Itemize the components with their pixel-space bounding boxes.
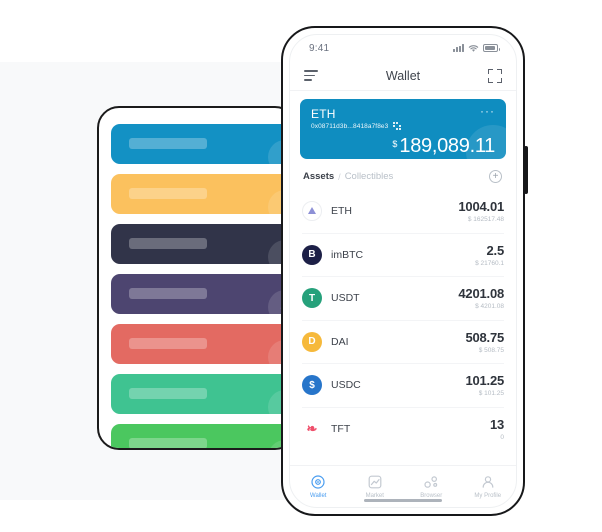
asset-quantity: 2.5 [486,242,505,258]
wallet-target-icon [290,475,347,490]
imbtc-coin-icon: B [302,244,322,265]
asset-symbol: USDT [331,292,360,305]
back-phone-card: ◇ [111,274,295,314]
card-text-placeholder [129,288,207,299]
card-watermark-circle [466,125,506,159]
asset-values: 2.5 $ 21760.1 [475,243,504,267]
status-bar-icons [453,44,500,53]
phone-side-button[interactable] [524,146,528,194]
back-phone-card-list: ♦B⚛◇△NBL [111,124,295,448]
asset-values: 13 0 [490,417,504,441]
asset-tab-group: Assets / Collectibles [303,171,393,182]
tabbar-item-label: Wallet [310,492,327,499]
asset-row[interactable]: D DAI 508.75 $ 508.75 [302,321,504,364]
cellular-signal-icon [453,44,464,52]
asset-symbol: ETH [331,205,352,218]
back-phone-card: ⚛ [111,224,295,264]
card-text-placeholder [129,238,207,249]
asset-fiat-value: $ 21760.1 [475,259,504,267]
card-text-placeholder [129,138,207,149]
ethereum-coin-icon [302,201,322,222]
card-text-placeholder [129,438,207,448]
asset-values: 508.75 $ 508.75 [465,330,504,354]
balance-symbol: ETH [311,107,336,121]
tab-separator: / [338,171,341,182]
balance-card-header: ETH ··· [311,105,495,121]
wallet-address: 0x08711d3b...8418a7f8e3 [311,122,389,130]
asset-symbol: USDC [331,379,361,392]
hamburger-menu-icon[interactable] [304,70,318,81]
asset-quantity: 1004.01 [458,199,504,215]
status-bar-time: 9:41 [309,42,330,54]
asset-row[interactable]: BimBTC 2.5 $ 21760.1 [302,234,504,277]
tft-coin-icon: ❧ [302,419,322,440]
more-options-dots[interactable]: ··· [480,105,495,117]
tab-assets[interactable]: Assets [303,171,334,182]
asset-symbol: DAI [331,335,349,348]
asset-values: 101.25 $ 101.25 [465,373,504,397]
asset-tabs: Assets / Collectibles + [290,159,516,190]
card-text-placeholder [129,388,207,399]
back-phone-card: △ [111,324,295,364]
home-indicator [364,498,442,502]
asset-quantity: 101.25 [465,373,504,389]
back-phone-card: B [111,174,295,214]
page-title: Wallet [385,68,421,83]
qr-code-icon[interactable] [393,122,402,130]
asset-quantity: 13 [489,417,504,433]
asset-symbol: imBTC [331,248,364,261]
screenshot-root: ♦B⚛◇△NBL 9:41 Wal [0,0,602,532]
scan-qr-frame-icon[interactable] [487,68,502,83]
add-plus-icon[interactable]: + [489,170,502,183]
asset-values: 4201.08 $ 4201.08 [458,286,504,310]
balance-card-wrapper: ETH ··· 0x08711d3b...8418a7f8e3 $ 189,08… [290,91,516,159]
card-text-placeholder [129,188,207,199]
back-phone-card: ♦ [111,124,295,164]
asset-row[interactable]: ❧ TFT 13 0 [302,408,504,452]
asset-row[interactable]: ETH 1004.01 $ 162517.48 [302,190,504,234]
front-phone-mockup: 9:41 Wallet ETH ··· 0x08711d3b...8418a7f… [281,26,528,516]
asset-fiat-value: $ 101.25 [478,390,504,398]
back-phone-card: N [111,374,295,414]
asset-row[interactable]: T USDT 4201.08 $ 4201.08 [302,277,504,321]
asset-fiat-value: $ 4201.08 [475,303,504,311]
app-navbar: Wallet [290,61,516,91]
status-bar: 9:41 [290,35,516,61]
ethereum-diamond-shape [308,206,316,214]
tabbar-item-wallet[interactable]: Wallet [290,475,347,499]
tabbar-item-browser[interactable]: Browser [403,475,460,499]
asset-fiat-value: 0 [500,434,504,442]
dai-coin-icon: D [302,331,322,352]
wallet-address-row[interactable]: 0x08711d3b...8418a7f8e3 [311,122,495,130]
balance-currency-symbol: $ [392,139,398,149]
usdc-coin-icon: $ [302,375,322,396]
user-profile-icon [460,475,517,490]
asset-fiat-value: $ 162517.48 [467,216,504,224]
asset-fiat-value: $ 508.75 [478,346,504,354]
wifi-icon [468,44,479,52]
tabbar-item-my-profile[interactable]: My Profile [460,475,517,499]
tabbar-item-label: My Profile [474,492,502,499]
tab-collectibles[interactable]: Collectibles [345,171,394,182]
asset-values: 1004.01 $ 162517.48 [458,199,504,223]
battery-full-icon [483,44,500,52]
asset-row[interactable]: $ USDC 101.25 $ 101.25 [302,364,504,408]
tether-coin-icon: T [302,288,322,309]
asset-list: ETH 1004.01 $ 162517.48 BimBTC 2.5 $ 21760.1 T… [290,190,516,465]
asset-quantity: 4201.08 [458,286,504,302]
back-phone-mockup: ♦B⚛◇△NBL [97,106,297,450]
phone-screen: 9:41 Wallet ETH ··· 0x08711d3b...8418a7f… [289,34,517,508]
asset-symbol: TFT [331,423,351,436]
tabbar-item-market[interactable]: Market [347,475,404,499]
balance-card[interactable]: ETH ··· 0x08711d3b...8418a7f8e3 $ 189,08… [300,99,506,159]
back-phone-card: B [111,424,295,448]
asset-quantity: 508.75 [465,329,504,345]
card-text-placeholder [129,338,207,349]
market-chart-icon [347,475,404,490]
browser-nodes-icon [403,475,460,490]
